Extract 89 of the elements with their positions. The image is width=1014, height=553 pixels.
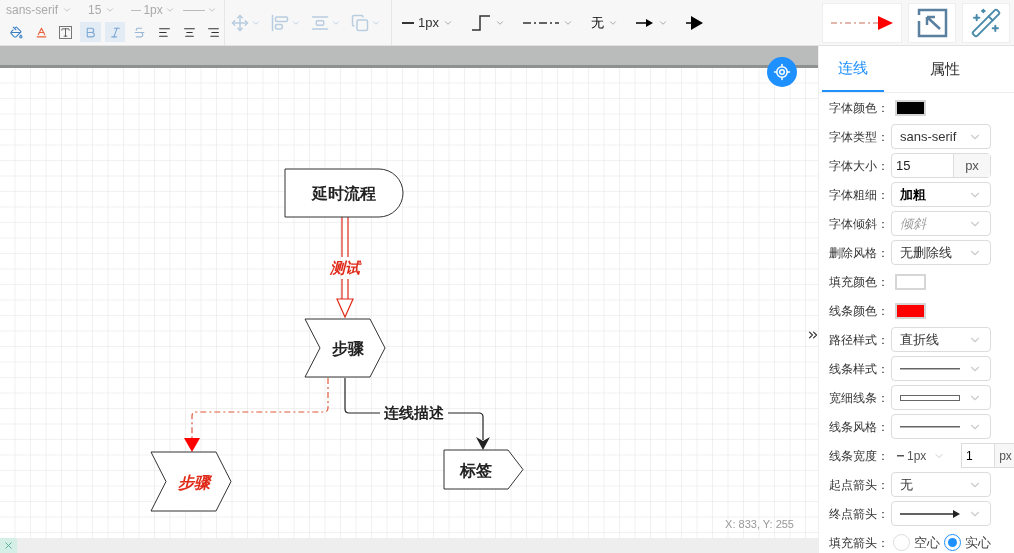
line-style-select[interactable] (891, 501, 991, 526)
field-label: 字体倾斜： (829, 215, 890, 233)
caret-icon (105, 5, 116, 15)
radio-option[interactable]: 实心 (944, 532, 991, 553)
strikethrough-icon (133, 25, 147, 39)
field-label: 起点箭头： (829, 476, 890, 494)
number-field[interactable]: 1 px (961, 443, 1014, 468)
connector-label: 测试 (330, 259, 360, 276)
select-value: 直折线 (900, 330, 939, 349)
node-label: 步骤 (178, 473, 210, 491)
line-icon (131, 8, 142, 12)
node-label: 步骤 (332, 340, 364, 357)
unit-label: px (994, 444, 1014, 467)
caret-icon (206, 5, 217, 15)
magic-wand-icon (970, 6, 1002, 39)
field-label: 字体粗细： (829, 186, 890, 204)
arrow-icon (635, 17, 654, 28)
field-value: 1 (965, 447, 974, 465)
line-icon (182, 8, 205, 12)
field-label: 填充颜色： (829, 273, 890, 291)
line-width-select[interactable]: 1px (891, 443, 955, 468)
node-label: 标签 (459, 461, 492, 479)
select-value: sans-serif (900, 127, 957, 146)
bold-button[interactable] (80, 22, 101, 42)
close-icon (3, 540, 14, 551)
layer-icon (351, 13, 369, 32)
locate-icon (773, 63, 791, 81)
select-field[interactable]: 无删除线 (891, 240, 991, 265)
select-value: 无删除线 (900, 243, 952, 262)
align-center-icon (182, 25, 196, 39)
caret-icon (62, 5, 72, 15)
field-label: 删除风格： (829, 244, 890, 262)
unit-label: px (953, 154, 990, 177)
line-style-select[interactable] (891, 385, 991, 410)
text-border-icon (59, 25, 73, 39)
field-label: 线条宽度： (829, 447, 890, 465)
select-value: 加粗 (900, 185, 926, 204)
dash-dot-line-icon (522, 20, 559, 25)
arrow-line-icon (900, 509, 960, 518)
radio-label: 实心 (965, 533, 991, 552)
start-arrow-dropdown[interactable]: 无 (586, 9, 622, 36)
select-field[interactable]: 直折线 (891, 327, 991, 352)
radio-label: 空心 (914, 533, 940, 552)
field-label: 线条风格： (829, 418, 890, 436)
cursor-coordinates: X: 833, Y: 255 (725, 516, 794, 532)
field-label: 字体颜色： (829, 99, 890, 117)
line-style-select[interactable] (891, 414, 991, 439)
select-field[interactable]: 无 (891, 472, 991, 497)
filled-arrow-icon (685, 14, 704, 31)
connector-label: 连线描述 (384, 404, 444, 421)
align-right-icon (207, 25, 221, 39)
close-button[interactable] (0, 538, 17, 553)
step-line-icon (470, 13, 491, 32)
color-swatch[interactable] (895, 273, 926, 290)
node-label: 延时流程 (312, 185, 376, 202)
italic-icon (108, 25, 122, 39)
select-field[interactable]: sans-serif (891, 124, 991, 149)
font-weight-select[interactable]: 加粗 (891, 182, 991, 207)
color-swatch[interactable] (895, 302, 926, 319)
expand-panel-icon[interactable] (806, 328, 820, 342)
number-field[interactable]: 15 px (891, 153, 991, 178)
field-label: 线条颜色： (829, 302, 890, 320)
line-width-dropdown[interactable]: 1px (398, 9, 457, 36)
color-swatch[interactable] (895, 99, 926, 116)
select-tool-button[interactable] (908, 2, 956, 43)
field-label: 终点箭头： (829, 505, 890, 523)
line-style-select[interactable] (891, 356, 991, 381)
distribute-icon (311, 13, 329, 32)
font-color-icon (34, 25, 48, 39)
field-value: 15 (895, 156, 912, 175)
line-icon (897, 454, 904, 457)
radio-option[interactable]: 空心 (893, 532, 940, 553)
align-icon (271, 13, 289, 32)
panel-tab[interactable]: 属性 (914, 46, 976, 92)
align-left-icon (157, 25, 171, 39)
select-value: 无 (900, 475, 913, 494)
fill-color-icon (9, 25, 23, 39)
select-placeholder: 倾斜 (900, 214, 926, 233)
dash-dot-arrow-icon (831, 15, 893, 30)
magic-wand-button[interactable] (962, 2, 1010, 43)
field-label: 字体大小： (829, 157, 890, 175)
field-label: 字体类型： (829, 128, 890, 146)
field-label: 路径样式： (829, 331, 890, 349)
caret-icon (164, 5, 175, 15)
select-arrow-icon (916, 6, 948, 39)
field-label: 宽细线条： (829, 389, 890, 407)
field-label: 填充箭头： (829, 534, 890, 552)
field-label: 线条样式： (829, 360, 890, 378)
move-icon (231, 13, 249, 32)
